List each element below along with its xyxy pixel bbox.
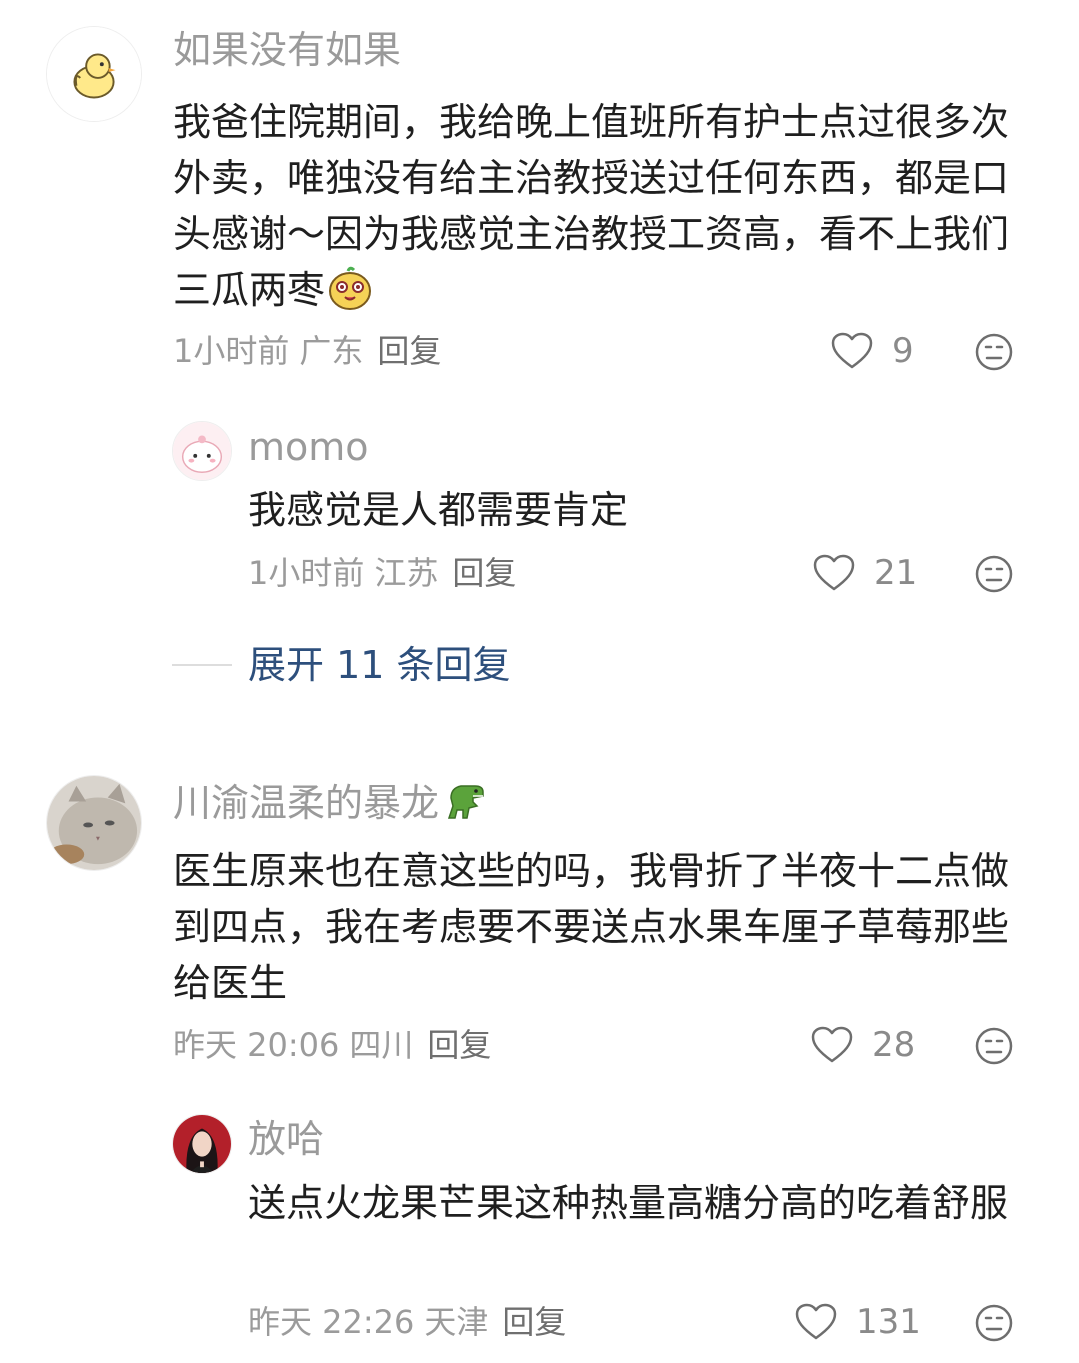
- comment-location: 广东: [299, 332, 364, 370]
- unamused-face-icon: [975, 555, 1013, 593]
- avatar[interactable]: [172, 421, 232, 481]
- reply-button[interactable]: 回复: [452, 554, 516, 592]
- dislike-button[interactable]: [974, 1026, 1014, 1066]
- comment-text: 送点火龙果芒果这种热量高糖分高的吃着舒服: [248, 1181, 1009, 1225]
- comment-meta: 1小时前 广东 回复: [173, 335, 441, 367]
- reply-button[interactable]: 回复: [427, 1026, 491, 1064]
- comment-username[interactable]: momo: [248, 428, 369, 466]
- like-count: 21: [874, 553, 918, 593]
- like-button[interactable]: 28: [810, 1025, 915, 1065]
- heart-icon: [795, 1303, 837, 1340]
- unamused-face-icon: [975, 1304, 1013, 1342]
- comment-location: 天津: [424, 1303, 489, 1341]
- duck-avatar-icon: [47, 27, 141, 121]
- comment-text: 我爸住院期间，我给晚上值班所有护士点过很多次外卖，唯独没有给主治教授送过任何东西…: [173, 94, 1023, 318]
- woman-avatar-icon: [173, 1115, 231, 1173]
- like-count: 28: [872, 1025, 916, 1065]
- like-count: 9: [892, 331, 914, 371]
- avatar[interactable]: [46, 775, 142, 871]
- pink-bunny-avatar-icon: [173, 422, 231, 480]
- divider: [172, 664, 232, 666]
- comment-time: 昨天 22:26: [248, 1303, 415, 1341]
- expand-replies-button[interactable]: 展开 11 条回复: [172, 646, 511, 684]
- heart-icon: [811, 1026, 853, 1063]
- heart-icon: [813, 554, 855, 591]
- like-count: 131: [856, 1302, 921, 1342]
- like-button[interactable]: 21: [812, 553, 917, 593]
- comment-time: 1小时前: [173, 332, 290, 370]
- unamused-face-icon: [975, 333, 1013, 371]
- dislike-button[interactable]: [974, 1303, 1014, 1343]
- comment-time: 1小时前: [248, 554, 365, 592]
- unamused-face-icon: [975, 1027, 1013, 1065]
- cat-avatar-icon: [47, 776, 141, 870]
- comment-time: 昨天 20:06: [173, 1026, 340, 1064]
- expand-replies-label: 展开 11 条回复: [248, 643, 511, 687]
- comment-location: 四川: [349, 1026, 414, 1064]
- comment-text: 我感觉是人都需要肯定: [248, 488, 629, 532]
- dislike-button[interactable]: [974, 554, 1014, 594]
- heart-icon: [831, 332, 873, 369]
- comment-meta: 昨天 22:26 天津 回复: [248, 1306, 566, 1338]
- comment-username[interactable]: 如果没有如果: [173, 31, 401, 69]
- cute-face-emoji-icon: [329, 266, 372, 310]
- reply-button[interactable]: 回复: [502, 1303, 566, 1341]
- comment-text: 医生原来也在意这些的吗，我骨折了半夜十二点做到四点，我在考虑要不要送点水果车厘子…: [173, 849, 1010, 1005]
- dislike-button[interactable]: [974, 332, 1014, 372]
- t-rex-emoji-icon: [447, 785, 484, 819]
- avatar[interactable]: [46, 26, 142, 122]
- comment-username[interactable]: 放哈: [248, 1120, 324, 1158]
- comment-location: 江苏: [374, 554, 439, 592]
- comment-username[interactable]: 川渝温柔的暴龙: [173, 780, 491, 822]
- comment-text-body: 我爸住院期间，我给晚上值班所有护士点过很多次外卖，唯独没有给主治教授送过任何东西…: [173, 100, 1010, 312]
- avatar[interactable]: [172, 1114, 232, 1174]
- like-button[interactable]: 131: [794, 1302, 921, 1342]
- reply-button[interactable]: 回复: [377, 332, 441, 370]
- comment-meta: 1小时前 江苏 回复: [248, 557, 516, 589]
- like-button[interactable]: 9: [830, 331, 914, 371]
- comment-username-text: 川渝温柔的暴龙: [173, 781, 440, 825]
- comment-meta: 昨天 20:06 四川 回复: [173, 1029, 491, 1061]
